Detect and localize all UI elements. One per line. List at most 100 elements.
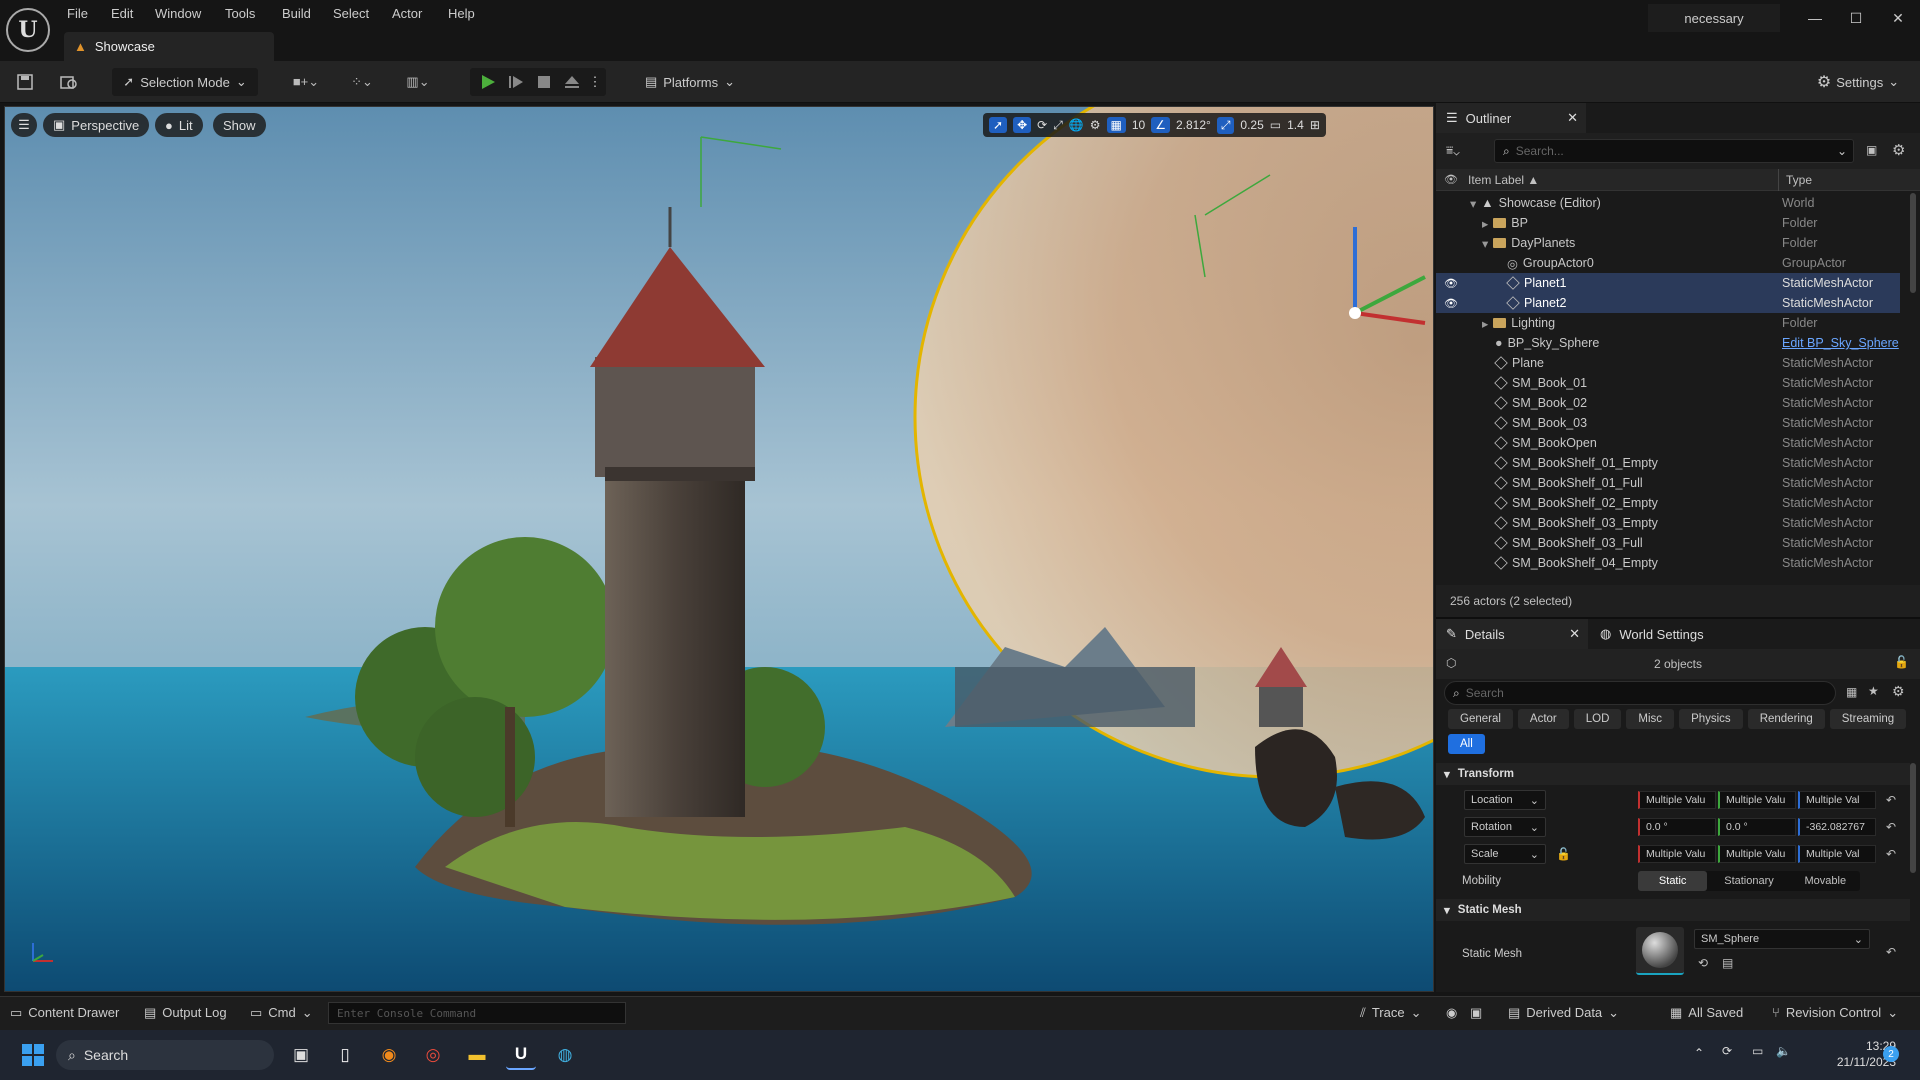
console-input[interactable]: Enter Console Command <box>328 1002 626 1024</box>
reset-rotation-icon[interactable]: ↶ <box>1886 820 1896 834</box>
tab-outliner[interactable]: ☰ Outliner ✕ <box>1436 103 1586 133</box>
maximize-viewport-icon[interactable]: ⊞ <box>1310 118 1320 132</box>
collapsed-arrow-icon[interactable]: ▸ <box>1482 316 1488 331</box>
record-icon[interactable]: ◉ <box>1446 1005 1457 1021</box>
column-type[interactable]: Type <box>1786 173 1812 187</box>
scale-tool-icon[interactable]: ⤢ <box>1053 118 1063 133</box>
filter-general[interactable]: General <box>1448 709 1513 729</box>
view-mode-button[interactable]: ▣ Perspective <box>43 113 150 137</box>
star-icon[interactable]: ★ <box>1868 684 1879 698</box>
trace-dropdown[interactable]: ⫽ Trace ⌄ <box>1360 1005 1421 1021</box>
filter-icon[interactable]: ⩸⌄ <box>1446 143 1460 158</box>
static-mesh-dropdown[interactable]: SM_Sphere ⌄ <box>1694 929 1870 949</box>
cinematics-icon[interactable]: ▥⌄ <box>398 68 438 96</box>
scale-x-input[interactable]: Multiple Valu <box>1638 845 1716 863</box>
step-icon[interactable] <box>504 68 528 96</box>
lighting-mode-button[interactable]: ● Lit <box>155 113 203 137</box>
eye-icon[interactable]: 👁 <box>1444 173 1458 186</box>
file-explorer-icon[interactable]: ▬ <box>462 1040 492 1070</box>
static-mesh-section-header[interactable]: ▾ Static Mesh <box>1436 899 1910 921</box>
scale-snap-icon[interactable]: ⤢ <box>1216 116 1235 134</box>
rotation-z-input[interactable]: -362.082767 <box>1798 818 1876 836</box>
maximize-button[interactable]: ☐ <box>1836 6 1876 30</box>
browse-content-icon[interactable] <box>56 68 82 96</box>
location-z-input[interactable]: Multiple Val <box>1798 791 1876 809</box>
details-scrollbar[interactable] <box>1910 763 1916 873</box>
reset-mesh-icon[interactable]: ↶ <box>1886 945 1896 959</box>
outliner-row[interactable]: SM_BookShelf_02_Empty StaticMeshActor <box>1436 493 1900 513</box>
visibility-eye-icon[interactable]: 👁 <box>1444 277 1458 290</box>
mobility-stationary[interactable]: Stationary <box>1707 871 1790 891</box>
gear-icon[interactable]: ⚙ <box>1892 683 1905 700</box>
mesh-thumbnail[interactable] <box>1636 927 1684 975</box>
grid-snap-icon[interactable]: ▦ <box>1106 117 1126 133</box>
rotate-tool-icon[interactable]: ⟳ <box>1037 118 1047 132</box>
blueprint-menu-icon[interactable]: ⁘⌄ <box>342 68 382 96</box>
close-icon[interactable]: ✕ <box>1567 110 1578 126</box>
browse-icon[interactable]: ▤ <box>1722 956 1733 970</box>
collapsed-arrow-icon[interactable]: ▸ <box>1482 216 1488 231</box>
outliner-row[interactable]: SM_BookShelf_03_Empty StaticMeshActor <box>1436 513 1900 533</box>
outliner-row[interactable]: SM_BookOpen StaticMeshActor <box>1436 433 1900 453</box>
outliner-row[interactable]: ▸ Lighting Folder <box>1436 313 1900 333</box>
tab-details[interactable]: ✎ Details ✕ <box>1436 619 1588 649</box>
menu-edit[interactable]: Edit <box>111 6 133 24</box>
taskbar-search[interactable]: ⌕ Search <box>56 1040 274 1070</box>
cmd-dropdown[interactable]: ▭ Cmd ⌄ <box>250 1005 313 1021</box>
blender-icon[interactable]: ◉ <box>374 1040 404 1070</box>
revision-control-dropdown[interactable]: ⑂ Revision Control ⌄ <box>1772 1005 1898 1021</box>
outliner-row[interactable]: ◎ GroupActor0 GroupActor <box>1436 253 1900 273</box>
outliner-row[interactable]: ● BP_Sky_Sphere Edit BP_Sky_Sphere <box>1436 333 1900 353</box>
expanded-arrow-icon[interactable]: ▾ <box>1470 196 1476 211</box>
location-y-input[interactable]: Multiple Valu <box>1718 791 1796 809</box>
outliner-search-input[interactable]: ⌕ Search... ⌄ <box>1494 139 1854 163</box>
chrome-icon[interactable]: ◎ <box>418 1040 448 1070</box>
rotation-snap-icon[interactable]: ∠ <box>1151 117 1170 133</box>
outliner-row[interactable]: ▾ ▲ Showcase (Editor) World <box>1436 193 1900 213</box>
outliner-scrollbar[interactable] <box>1910 193 1916 293</box>
filter-rendering[interactable]: Rendering <box>1747 709 1825 729</box>
volume-icon[interactable]: 🔈 <box>1776 1044 1791 1058</box>
close-button[interactable]: ✕ <box>1878 6 1918 30</box>
scale-y-input[interactable]: Multiple Valu <box>1718 845 1796 863</box>
grid-snap-value[interactable]: 10 <box>1132 118 1145 132</box>
play-icon[interactable] <box>476 68 500 96</box>
more-options-icon[interactable]: ⋮ <box>588 68 602 96</box>
add-actor-icon[interactable]: ■+⌄ <box>286 68 326 96</box>
filter-lod[interactable]: LOD <box>1573 709 1622 729</box>
close-icon[interactable]: ✕ <box>1569 626 1580 642</box>
location-x-input[interactable]: Multiple Valu <box>1638 791 1716 809</box>
location-dropdown[interactable]: Location ⌄ <box>1464 790 1546 810</box>
derived-data-dropdown[interactable]: ▤ Derived Data ⌄ <box>1508 1005 1619 1021</box>
minimize-button[interactable]: — <box>1795 6 1835 30</box>
lock-icon[interactable]: 🔓 <box>1894 655 1909 669</box>
outliner-row[interactable]: 👁 Planet2 StaticMeshActor <box>1436 293 1900 313</box>
sync-icon[interactable]: ⟳ <box>1722 1044 1732 1058</box>
selection-mode-dropdown[interactable]: ➚ Selection Mode ⌄ <box>112 68 258 96</box>
camera-speed-icon[interactable]: ▭ <box>1270 118 1281 132</box>
outliner-row[interactable]: SM_Book_02 StaticMeshActor <box>1436 393 1900 413</box>
output-log-button[interactable]: ▤ Output Log <box>144 1005 227 1021</box>
file-icon[interactable]: ▯ <box>330 1040 360 1070</box>
menu-file[interactable]: File <box>67 6 88 24</box>
filter-physics[interactable]: Physics <box>1679 709 1743 729</box>
filter-actor[interactable]: Actor <box>1517 709 1569 729</box>
mobility-movable[interactable]: Movable <box>1791 871 1860 891</box>
details-search-input[interactable]: ⌕ Search <box>1444 681 1836 705</box>
all-saved-button[interactable]: ▦ All Saved <box>1670 1005 1743 1021</box>
use-selected-icon[interactable]: ⟲ <box>1698 956 1708 970</box>
rotation-snap-value[interactable]: 2.812° <box>1176 118 1211 132</box>
show-flags-button[interactable]: Show <box>213 113 266 137</box>
chevron-up-icon[interactable]: ⌃ <box>1694 1046 1704 1060</box>
scale-z-input[interactable]: Multiple Val <box>1798 845 1876 863</box>
rotation-y-input[interactable]: 0.0 ° <box>1718 818 1796 836</box>
stop-icon[interactable] <box>532 68 556 96</box>
screenshot-icon[interactable]: ▣ <box>1470 1005 1482 1021</box>
outliner-row[interactable]: Plane StaticMeshActor <box>1436 353 1900 373</box>
platforms-dropdown[interactable]: ▤ Platforms ⌄ <box>640 68 740 96</box>
document-tab[interactable]: ▲ Showcase <box>64 32 274 61</box>
menu-actor[interactable]: Actor <box>392 6 422 24</box>
menu-tools[interactable]: Tools <box>225 6 255 24</box>
scale-lock-icon[interactable]: 🔓 <box>1556 847 1571 861</box>
translate-tool-icon[interactable]: ✥ <box>1013 117 1032 133</box>
